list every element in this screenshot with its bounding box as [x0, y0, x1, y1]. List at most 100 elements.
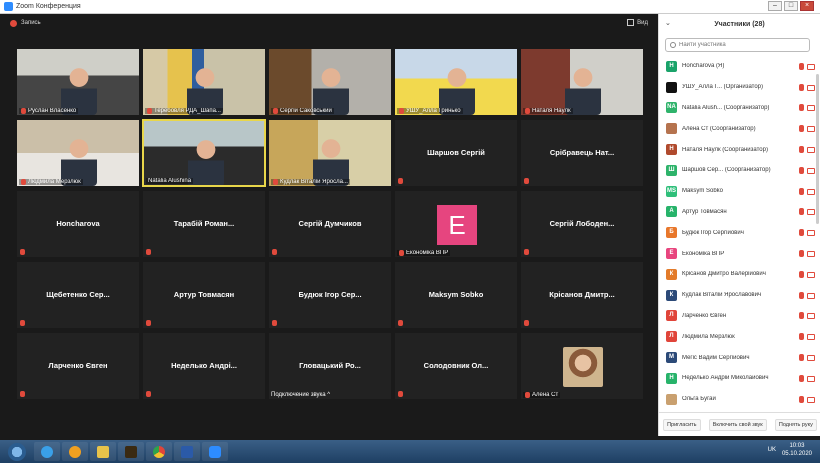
tile-name: УШУ_Алла Гринько: [406, 108, 461, 114]
participant-row[interactable]: Л Ларченко Євген: [659, 306, 820, 327]
video-tile[interactable]: Руслан Власенко: [16, 48, 140, 116]
participant-row[interactable]: Б Будюк Ігор Сергійович: [659, 222, 820, 243]
record-icon[interactable]: [10, 19, 17, 27]
video-tile[interactable]: Людмила Мерзлюк: [16, 119, 140, 187]
video-tile[interactable]: УШУ_Алла Гринько: [394, 48, 518, 116]
camera-icon[interactable]: [807, 147, 815, 154]
collapse-chevron-icon[interactable]: ⌄: [665, 19, 671, 27]
camera-icon[interactable]: [807, 209, 815, 216]
name-tile[interactable]: Сергій Думчиков: [268, 190, 392, 258]
tile-name: Natalia Alushina: [148, 178, 192, 184]
media-player-icon[interactable]: [62, 442, 88, 461]
maximize-button[interactable]: □: [784, 1, 798, 11]
name-tile[interactable]: Maksym Sobko: [394, 261, 518, 329]
video-tile[interactable]: Наталя Наулк: [520, 48, 644, 116]
mic-muted-icon[interactable]: [799, 333, 804, 341]
name-tile[interactable]: Шаршов Сергій: [394, 119, 518, 187]
illustrator-icon[interactable]: [118, 442, 144, 461]
mic-muted-icon[interactable]: [799, 354, 804, 362]
video-tile[interactable]: Теребовля РДА_Шапа...: [142, 48, 266, 116]
mic-muted-icon[interactable]: [799, 270, 804, 278]
name-tile[interactable]: Сергій Лободен...: [520, 190, 644, 258]
participant-row[interactable]: М Мегіс Вадим Сергійович: [659, 347, 820, 368]
mic-muted-icon[interactable]: [799, 374, 804, 382]
clock[interactable]: 10:03 05.10.2020: [782, 442, 812, 458]
mic-muted-icon[interactable]: [799, 208, 804, 216]
camera-icon[interactable]: [807, 355, 815, 362]
mic-muted-icon[interactable]: [799, 250, 804, 258]
participant-row[interactable]: А Артур Товмасян: [659, 202, 820, 223]
camera-icon[interactable]: [807, 396, 815, 403]
name-tile[interactable]: Солодовник Ол...: [394, 332, 518, 400]
name-tile[interactable]: Будюк Ігор Сер...: [268, 261, 392, 329]
name-tile[interactable]: Тарабій Роман...: [142, 190, 266, 258]
video-tile[interactable]: Кудлак Віталій Яросла...: [268, 119, 392, 187]
camera-icon[interactable]: [807, 126, 815, 133]
name-tile[interactable]: Артур Товмасян: [142, 261, 266, 329]
participant-row[interactable]: MS Maksym Sobko: [659, 181, 820, 202]
camera-icon[interactable]: [807, 313, 815, 320]
participant-row[interactable]: К Кудлак Віталій Ярославович: [659, 285, 820, 306]
mic-muted-icon[interactable]: [799, 229, 804, 237]
mic-muted-icon[interactable]: [799, 83, 804, 91]
camera-icon[interactable]: [807, 334, 815, 341]
ie-icon[interactable]: [34, 442, 60, 461]
video-tile[interactable]: Сергій Саковський: [268, 48, 392, 116]
name-tile[interactable]: Щебетенко Сер...: [16, 261, 140, 329]
folder-icon[interactable]: [90, 442, 116, 461]
raise-hand-button[interactable]: Поднять руку: [774, 418, 817, 431]
camera-icon[interactable]: [807, 271, 815, 278]
name-tile[interactable]: Крісанов Дмитр...: [520, 261, 644, 329]
mic-muted-icon[interactable]: [799, 104, 804, 112]
avatar-tile[interactable]: E Економіка ВПР: [394, 190, 518, 258]
word-icon[interactable]: [174, 442, 200, 461]
participant-row[interactable]: Ольга Бугай: [659, 389, 820, 408]
mic-muted-icon[interactable]: [799, 312, 804, 320]
name-tile[interactable]: Honcharova: [16, 190, 140, 258]
name-tile[interactable]: Срібравець Нат...: [520, 119, 644, 187]
language-indicator[interactable]: UK: [768, 447, 776, 453]
start-button[interactable]: [8, 442, 26, 461]
mic-muted-icon[interactable]: [799, 146, 804, 154]
camera-icon[interactable]: [807, 292, 815, 299]
camera-icon[interactable]: [807, 375, 815, 382]
search-input[interactable]: [679, 42, 799, 48]
mic-muted-icon[interactable]: [799, 62, 804, 70]
participant-scrollbar[interactable]: [816, 74, 819, 224]
active-speaker-tile[interactable]: Natalia Alushina: [142, 119, 266, 187]
camera-icon[interactable]: [807, 230, 815, 237]
invite-button[interactable]: Пригласить: [663, 418, 701, 431]
participant-row[interactable]: Алена Ст (Соорганизатор): [659, 118, 820, 139]
participant-row[interactable]: NA Natalia Alush... (Соорганизатор): [659, 98, 820, 119]
participant-row[interactable]: Ш Шаршов Сер... (Соорганизатор): [659, 160, 820, 181]
participant-search[interactable]: [665, 38, 810, 52]
participant-row[interactable]: К Крісанов Дмитро Валерійович: [659, 264, 820, 285]
camera-icon[interactable]: [807, 84, 815, 91]
participant-row[interactable]: Л Людмила Мерзлюк: [659, 326, 820, 347]
mic-muted-icon[interactable]: [799, 166, 804, 174]
participant-row[interactable]: H Honcharova (Я): [659, 56, 820, 77]
name-tile[interactable]: Гловацький Ро... Подключение звука ^: [268, 332, 392, 400]
camera-icon[interactable]: [807, 63, 815, 70]
participant-row[interactable]: Н Наталя Наулк (Соорганизатор): [659, 139, 820, 160]
minimize-button[interactable]: –: [768, 1, 782, 11]
photo-tile[interactable]: Алена Ст: [520, 332, 644, 400]
chrome-icon[interactable]: [146, 442, 172, 461]
unmute-button[interactable]: Включить свой звук: [708, 418, 767, 431]
camera-icon[interactable]: [807, 188, 815, 195]
close-button[interactable]: ×: [800, 1, 814, 11]
zoom-taskbar-icon[interactable]: [202, 442, 228, 461]
name-tile[interactable]: Ларченко Євген: [16, 332, 140, 400]
mic-muted-icon[interactable]: [799, 125, 804, 133]
name-tile[interactable]: Неделько Андрі...: [142, 332, 266, 400]
participant-row[interactable]: УШУ_Алла Г... (Организатор): [659, 77, 820, 98]
camera-icon[interactable]: [807, 167, 815, 174]
mic-muted-icon[interactable]: [799, 395, 804, 403]
participant-row[interactable]: E Економіка ВПР: [659, 243, 820, 264]
camera-icon[interactable]: [807, 105, 815, 112]
view-button[interactable]: Вид: [627, 19, 648, 26]
participant-row[interactable]: Н Неделько Андрій Миколайович: [659, 368, 820, 389]
mic-muted-icon[interactable]: [799, 187, 804, 195]
mic-muted-icon[interactable]: [799, 291, 804, 299]
camera-icon[interactable]: [807, 251, 815, 258]
